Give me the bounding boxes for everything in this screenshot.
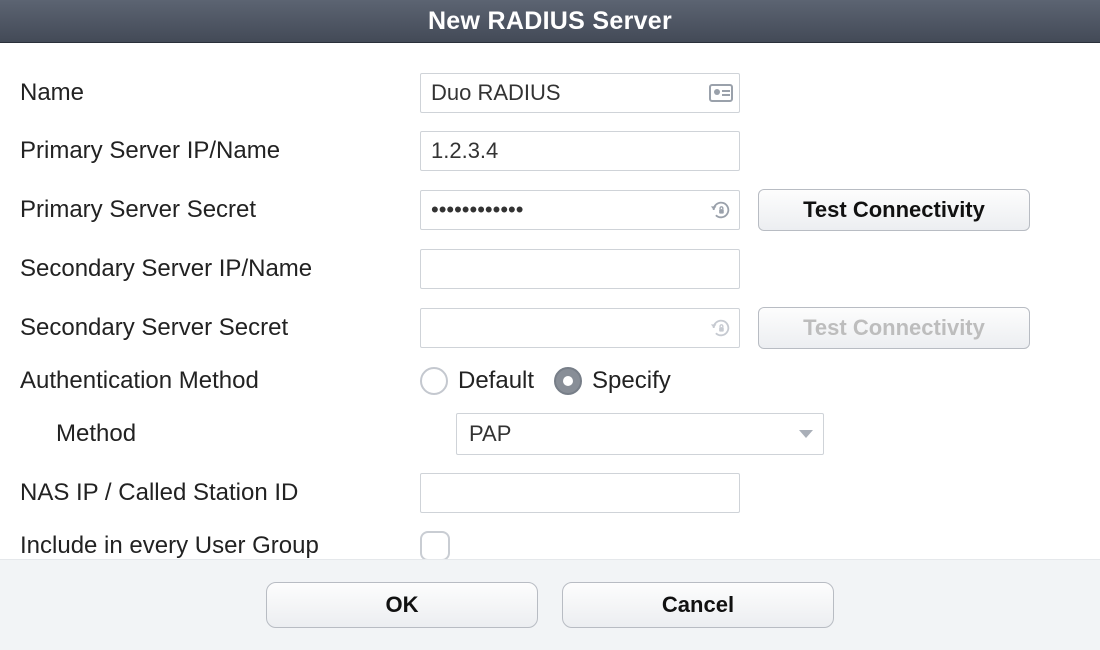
label-name: Name [18, 79, 420, 107]
name-input[interactable] [420, 73, 740, 113]
secondary-secret-input[interactable] [420, 308, 740, 348]
cancel-button[interactable]: Cancel [562, 582, 834, 628]
label-primary-secret: Primary Server Secret [18, 196, 420, 224]
label-secondary-ip: Secondary Server IP/Name [18, 255, 420, 283]
auth-method-radio-specify-label: Specify [592, 367, 671, 395]
form-area: Name Primary Server IP/Name Pr [0, 43, 1100, 599]
row-auth-method: Authentication Method Default Specify [18, 367, 1082, 395]
lock-cycle-icon [708, 315, 734, 341]
label-nas-ip: NAS IP / Called Station ID [18, 479, 420, 507]
primary-ip-input[interactable] [420, 131, 740, 171]
dialog-title: New RADIUS Server [0, 0, 1100, 43]
auth-method-radio-group: Default Specify [420, 367, 740, 395]
ok-button[interactable]: OK [266, 582, 538, 628]
auth-method-radio-specify[interactable]: Specify [554, 367, 671, 395]
row-primary-ip: Primary Server IP/Name [18, 131, 1082, 171]
radio-icon [420, 367, 448, 395]
auth-method-radio-default-label: Default [458, 367, 534, 395]
row-include-group: Include in every User Group [18, 531, 1082, 561]
label-secondary-secret: Secondary Server Secret [18, 314, 420, 342]
row-name: Name [18, 73, 1082, 113]
label-primary-ip: Primary Server IP/Name [18, 137, 420, 165]
row-secondary-secret: Secondary Server Secret Test Connectivit… [18, 307, 1082, 349]
method-select[interactable]: PAP [456, 413, 824, 455]
label-auth-method: Authentication Method [18, 367, 420, 395]
auth-method-radio-default[interactable]: Default [420, 367, 534, 395]
row-primary-secret: Primary Server Secret Test Connectivity [18, 189, 1082, 231]
row-secondary-ip: Secondary Server IP/Name [18, 249, 1082, 289]
lock-cycle-icon [708, 197, 734, 223]
row-method: Method PAP [18, 413, 1082, 455]
nas-ip-input[interactable] [420, 473, 740, 513]
method-select-value: PAP [469, 421, 511, 447]
label-method: Method [18, 420, 456, 448]
test-connectivity-secondary-button[interactable]: Test Connectivity [758, 307, 1030, 349]
chevron-down-icon [799, 430, 813, 438]
label-include-group: Include in every User Group [18, 532, 420, 560]
include-group-checkbox[interactable] [420, 531, 450, 561]
radio-icon [554, 367, 582, 395]
contact-card-icon [708, 80, 734, 106]
test-connectivity-primary-button[interactable]: Test Connectivity [758, 189, 1030, 231]
dialog-footer: OK Cancel [0, 559, 1100, 650]
row-nas-ip: NAS IP / Called Station ID [18, 473, 1082, 513]
primary-secret-input[interactable] [420, 190, 740, 230]
dialog-title-text: New RADIUS Server [428, 7, 672, 36]
secondary-ip-input[interactable] [420, 249, 740, 289]
